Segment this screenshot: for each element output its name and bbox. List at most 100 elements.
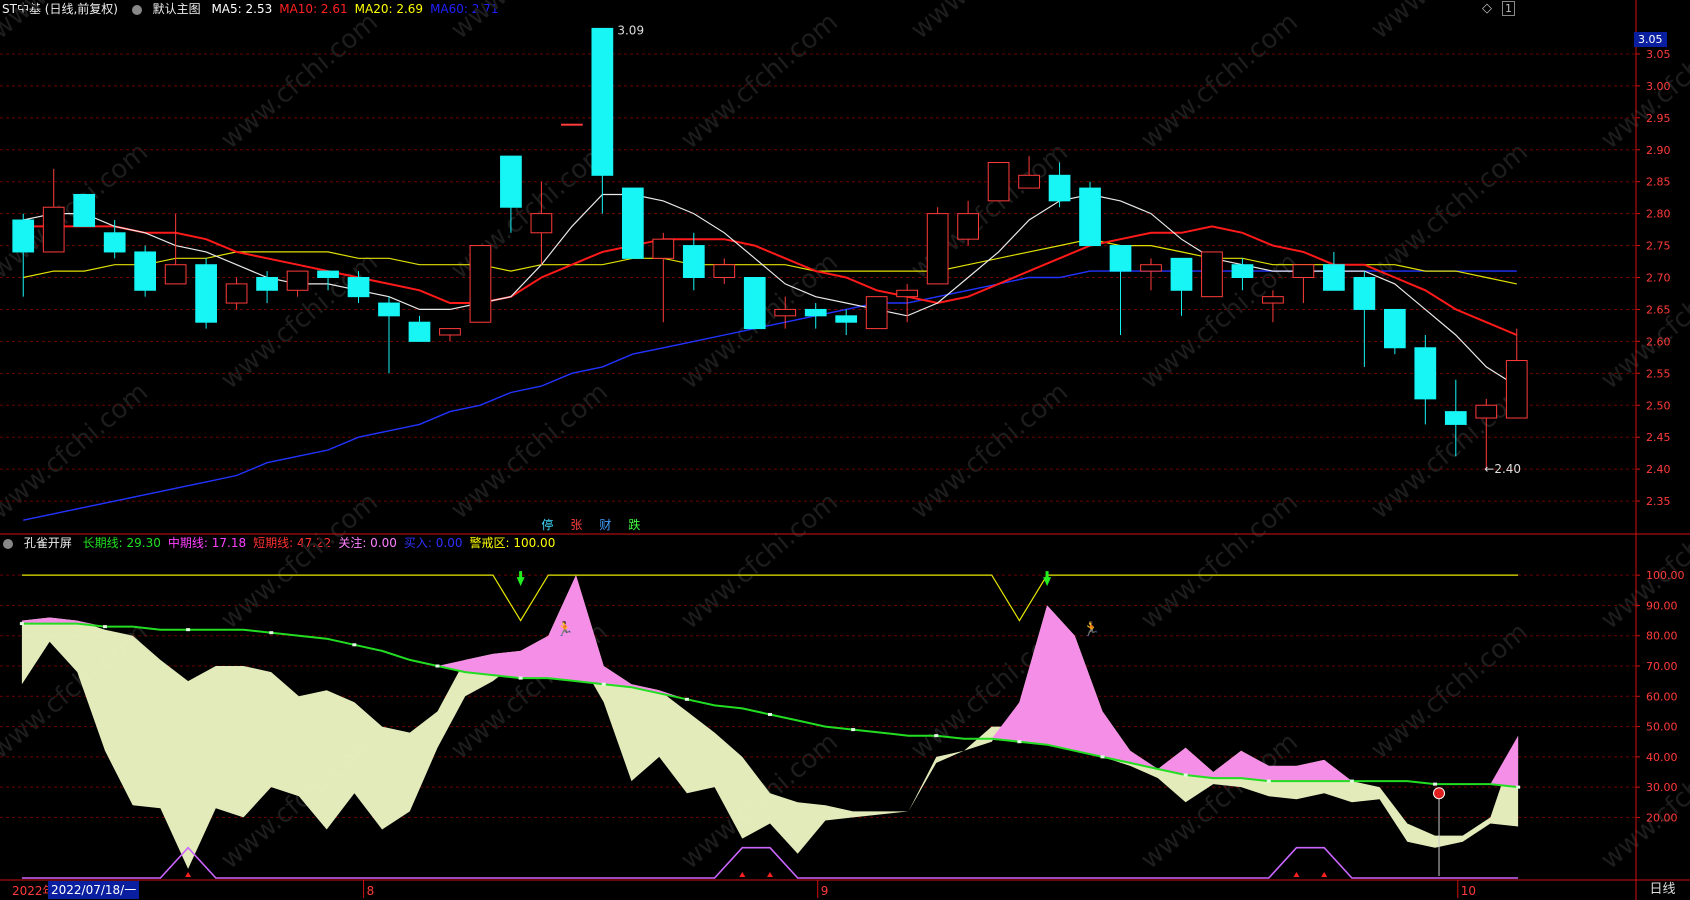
watermark-text: www.cfchi.com: [215, 7, 384, 155]
candle-up-body: [957, 213, 979, 240]
candle-down-body: [1444, 411, 1467, 425]
watermark-text: www.cfchi.com: [445, 0, 614, 45]
candle: [469, 245, 492, 323]
arrow-head: [516, 577, 525, 587]
long-term-dot: [1349, 779, 1354, 783]
long-term-dot: [518, 676, 523, 680]
candle: [561, 123, 583, 126]
candle-up-body: [225, 283, 248, 304]
candle: [865, 296, 888, 330]
candle: [804, 303, 827, 329]
price-tick-label: 2.75: [1646, 240, 1671, 253]
candle-up-body: [1140, 264, 1162, 272]
candle-down-body: [500, 155, 522, 208]
candle: [1292, 264, 1315, 304]
candle-up-body: [439, 328, 461, 336]
candle: [134, 245, 157, 297]
candle-up-body: [926, 213, 949, 285]
candle-up-body: [530, 213, 553, 234]
candle: [1323, 251, 1345, 291]
candle-up-body: [469, 245, 492, 323]
candle-up-body: [1505, 360, 1528, 419]
candle-down-body: [1109, 245, 1132, 272]
candle-up-body: [1475, 404, 1498, 419]
long-term-dot: [1100, 755, 1105, 759]
indicator-tick-label: 100.00: [1646, 569, 1685, 582]
current-price-tag: 3.05: [1634, 32, 1667, 47]
indicator-tick-label: 90.00: [1646, 599, 1678, 612]
candle-down-body: [134, 251, 157, 291]
long-term-dot: [851, 728, 856, 732]
long-term-dot: [19, 622, 24, 626]
long-term-dot: [269, 631, 274, 635]
arrow-stem: [519, 571, 523, 579]
candle-up-body: [164, 264, 187, 285]
candle-down-body: [1383, 308, 1406, 349]
candle-up-body: [1018, 174, 1040, 189]
watermark-text: www.cfchi.com: [1135, 487, 1304, 635]
watermark-text: www.cfchi.com: [1135, 7, 1304, 155]
long-term-dot: [1183, 773, 1188, 777]
long-term-dot: [601, 682, 606, 686]
indicator-tick-label: 30.00: [1646, 781, 1678, 794]
long-term-dot: [1433, 782, 1438, 786]
indicator-tick-label: 20.00: [1646, 811, 1678, 824]
watermark-text: www.cfchi.com: [675, 487, 844, 635]
candle-down-body: [195, 264, 217, 323]
candle-down-body: [1048, 174, 1071, 202]
watermark-text: www.cfchi.com: [1595, 727, 1690, 875]
runner-icon: 🏃: [1083, 621, 1100, 638]
watermark-text: www.cfchi.com: [1365, 617, 1534, 765]
price-tick-label: 2.60: [1646, 335, 1671, 348]
candle-down-body: [256, 277, 278, 291]
indicator-tick-label: 80.00: [1646, 630, 1678, 643]
candle: [1079, 181, 1101, 247]
candle: [743, 277, 766, 330]
long-term-dot: [1017, 740, 1022, 744]
runner-icon: 🏃: [556, 621, 573, 638]
watermark-text: www.cfchi.com: [905, 377, 1074, 525]
candle-down-body: [835, 315, 858, 323]
price-tick-label: 2.35: [1646, 495, 1671, 508]
candle-down-body: [621, 187, 644, 259]
candle: [195, 258, 217, 329]
watermark-text: www.cfchi.com: [675, 7, 844, 155]
candle: [164, 213, 187, 285]
long-term-dot: [684, 697, 689, 701]
candle-up-body: [713, 264, 736, 279]
watermark-text: www.cfchi.com: [1595, 487, 1690, 635]
long-term-dot: [186, 628, 191, 632]
candle-down-body: [591, 27, 614, 176]
candle: [1414, 334, 1437, 425]
candle-up-body: [865, 296, 888, 330]
candle-up-body: [652, 238, 675, 259]
candle-up-body: [42, 206, 65, 253]
kline-chart[interactable]: www.cfchi.com www.cfchi.com www.cfchi.com w…: [0, 0, 1690, 900]
candle: [835, 309, 858, 335]
candle: [378, 296, 400, 374]
arrow-head: [1043, 577, 1052, 587]
signal-label: 财: [599, 518, 611, 532]
price-tick-label: 2.55: [1646, 367, 1671, 380]
price-tick-label: 2.45: [1646, 431, 1671, 444]
crosshair-date-label: 2022/07/18/一: [48, 881, 140, 899]
long-term-dot: [435, 664, 440, 668]
signal-label: 跌: [628, 517, 640, 532]
month-label: 10: [1461, 884, 1476, 898]
signal-label: 张: [570, 518, 582, 532]
indicator-tick-label: 40.00: [1646, 751, 1678, 764]
candle-down-body: [317, 270, 339, 278]
price-tick-label: 2.95: [1646, 112, 1671, 125]
long-term-dot: [934, 734, 939, 738]
candle-down-body: [1323, 264, 1345, 291]
price-tick-label: 2.50: [1646, 399, 1671, 412]
candle: [713, 258, 736, 284]
candle: [408, 315, 431, 342]
candle-down-body: [1414, 347, 1437, 400]
month-label: 8: [367, 884, 375, 898]
candle-down-body: [743, 277, 766, 330]
long-term-dot: [352, 643, 357, 647]
watermark-text: www.cfchi.com: [0, 0, 154, 45]
candle-up-body: [1201, 251, 1223, 298]
period-button[interactable]: 日线: [1635, 881, 1690, 899]
